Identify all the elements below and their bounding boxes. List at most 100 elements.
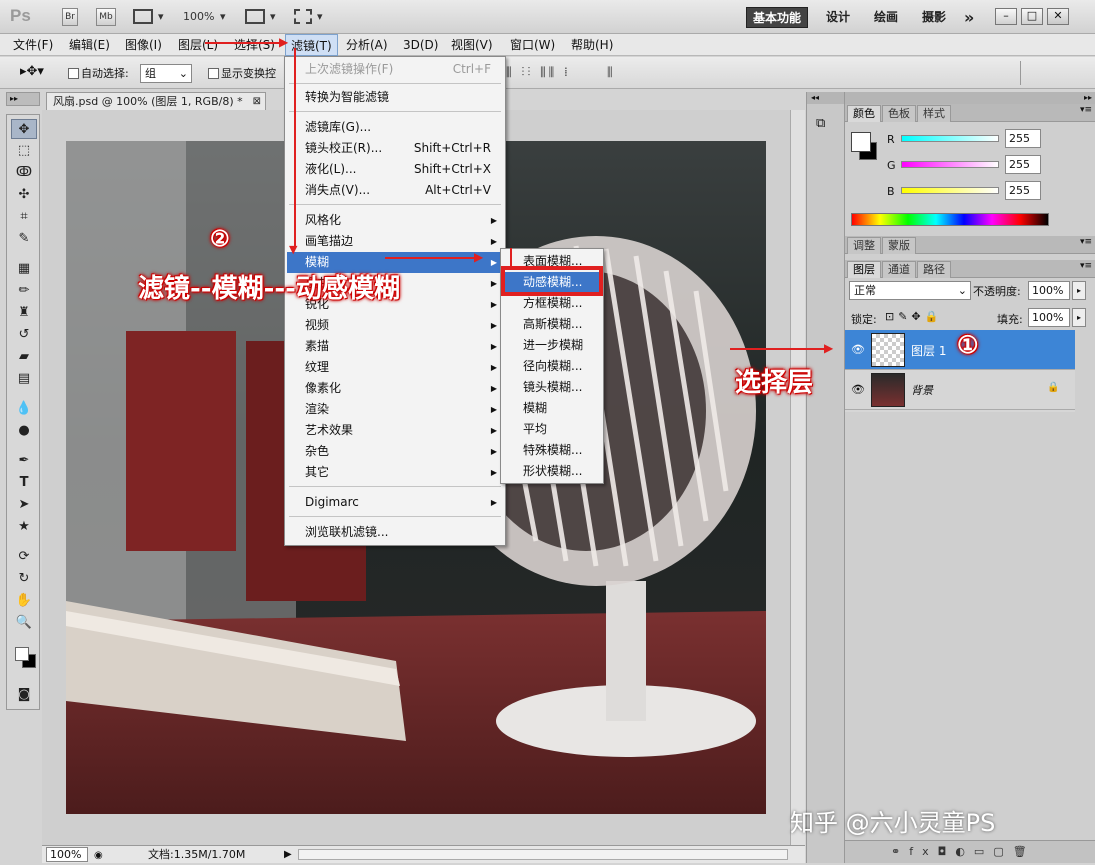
status-zoom-field[interactable]: 100% [46, 847, 88, 862]
quick-mask-icon[interactable]: ◙ [11, 685, 37, 705]
dock-collapse-icon[interactable]: ◂◂ [807, 92, 845, 104]
menu-item-artistic[interactable]: 艺术效果 ▶ [287, 420, 503, 441]
submenu-item-smart-blur[interactable]: 特殊模糊... [503, 440, 601, 461]
menu-item-digimarc[interactable]: Digimarc ▶ [287, 492, 503, 513]
menu-item-smart-filters[interactable]: 转换为智能滤镜 [287, 87, 503, 108]
menu-item-other[interactable]: 其它 ▶ [287, 462, 503, 483]
red-slider[interactable] [901, 135, 999, 142]
tab-channels[interactable]: 通道 [882, 261, 916, 278]
document-tab[interactable]: 风扇.psd @ 100% (图层 1, RGB/8) * ⊠ [46, 92, 266, 110]
move-tool-icon[interactable]: ✥ [11, 119, 37, 139]
gradient-tool-icon[interactable]: ▤ [11, 369, 37, 389]
menu-help[interactable]: 帮助(H) [566, 34, 618, 56]
tab-swatches[interactable]: 色板 [882, 105, 916, 122]
workspace-essentials[interactable]: 基本功能 [746, 7, 809, 28]
tab-paths[interactable]: 路径 [917, 261, 951, 278]
zoom-level[interactable]: 100% [183, 10, 214, 23]
submenu-item-average[interactable]: 平均 [503, 419, 601, 440]
menu-select[interactable]: 选择(S) [229, 34, 280, 56]
menu-item-noise[interactable]: 杂色 ▶ [287, 441, 503, 462]
tab-masks[interactable]: 蒙版 [882, 237, 916, 254]
workspace-photography[interactable]: 摄影 [916, 7, 952, 28]
submenu-item-lens-blur[interactable]: 镜头模糊... [503, 377, 601, 398]
zoom-tool-icon[interactable]: 🔍 [11, 613, 37, 633]
menu-item-stylize[interactable]: 风格化 ▶ [287, 210, 503, 231]
tab-adjustments[interactable]: 调整 [847, 237, 881, 254]
healing-brush-tool-icon[interactable]: ▦ [11, 259, 37, 279]
restore-icon[interactable]: □ [1021, 8, 1043, 25]
adjustment-layer-icon[interactable]: ◐ [955, 845, 974, 858]
new-layer-icon[interactable]: ▢ [993, 845, 1012, 858]
layer-name[interactable]: 背景 [911, 382, 933, 398]
pen-tool-icon[interactable]: ✒ [11, 451, 37, 471]
panel-menu-icon[interactable]: ▾≡ [1080, 105, 1092, 115]
panel-menu-icon[interactable]: ▾≡ [1080, 237, 1092, 247]
menu-3d[interactable]: 3D(D) [398, 34, 443, 56]
submenu-item-blur-more[interactable]: 进一步模糊 [503, 335, 601, 356]
menu-item-vanishing-point[interactable]: 消失点(V)... Alt+Ctrl+V [287, 180, 503, 201]
blue-slider[interactable] [901, 187, 999, 194]
history-brush-tool-icon[interactable]: ↺ [11, 325, 37, 345]
fill-slider-arrow[interactable]: ▸ [1072, 308, 1086, 327]
menu-window[interactable]: 窗口(W) [505, 34, 560, 56]
workspace-painting[interactable]: 绘画 [868, 7, 904, 28]
tools-panel-header[interactable]: ▸▸ [6, 92, 40, 106]
layer-name[interactable]: 图层 1 [911, 342, 946, 359]
foreground-background-colors[interactable] [15, 645, 37, 669]
close-icon[interactable]: ✕ [1047, 8, 1069, 25]
lasso-tool-icon[interactable]: ↂ [11, 163, 37, 183]
menu-item-lens-correction[interactable]: 镜头校正(R)... Shift+Ctrl+R [287, 138, 503, 159]
menu-filter[interactable]: 滤镜(T) [285, 34, 338, 56]
menu-view[interactable]: 视图(V) [446, 34, 498, 56]
foreground-color-swatch[interactable] [15, 647, 29, 661]
delete-layer-icon[interactable]: 🗑 [1013, 845, 1036, 858]
submenu-item-box-blur[interactable]: 方框模糊... [503, 293, 601, 314]
auto-select-checkbox[interactable]: 自动选择: [68, 65, 129, 81]
blur-tool-icon[interactable]: 💧 [11, 399, 37, 419]
menu-image[interactable]: 图像(I) [120, 34, 167, 56]
tab-layers[interactable]: 图层 [847, 261, 881, 278]
opacity-field[interactable]: 100% [1028, 281, 1070, 300]
hand-tool-icon[interactable]: ✋ [11, 591, 37, 611]
menu-item-sketch[interactable]: 素描 ▶ [287, 336, 503, 357]
opacity-slider-arrow[interactable]: ▸ [1072, 281, 1086, 300]
3d-rotate-tool-icon[interactable]: ⟳ [11, 547, 37, 567]
fill-field[interactable]: 100% [1028, 308, 1070, 327]
menu-item-video[interactable]: 视频 ▶ [287, 315, 503, 336]
view-extras-arrow[interactable]: ▾ [158, 10, 164, 23]
blue-value-field[interactable]: 255 [1005, 181, 1041, 200]
visibility-eye-icon[interactable]: 👁 [851, 343, 865, 356]
blend-mode-dropdown[interactable]: 正常 ⌄ [849, 281, 971, 300]
more-workspaces-button[interactable]: » [958, 7, 980, 28]
move-tool-preset-icon[interactable]: ▸✥▾ [20, 64, 44, 79]
green-slider[interactable] [901, 161, 999, 168]
menu-item-brush-strokes[interactable]: 画笔描边 ▶ [287, 231, 503, 252]
menu-edit[interactable]: 编辑(E) [64, 34, 115, 56]
lock-icons[interactable]: ⊡✎✥🔒 [885, 310, 942, 323]
visibility-eye-icon[interactable]: 👁 [851, 383, 865, 396]
menu-item-liquify[interactable]: 液化(L)... Shift+Ctrl+X [287, 159, 503, 180]
show-transform-checkbox[interactable]: 显示变换控 [208, 65, 284, 81]
marquee-tool-icon[interactable]: ⬚ [11, 141, 37, 161]
status-info-icon[interactable]: ◉ [94, 847, 103, 864]
auto-select-dropdown[interactable]: 组 ⌄ [140, 64, 192, 83]
color-panel-foreground-swatch[interactable] [851, 132, 871, 152]
tab-color[interactable]: 颜色 [847, 105, 881, 122]
crop-tool-icon[interactable]: ⌗ [11, 207, 37, 227]
red-value-field[interactable]: 255 [1005, 129, 1041, 148]
submenu-item-blur[interactable]: 模糊 [503, 398, 601, 419]
view-extras-icon[interactable] [133, 9, 153, 24]
submenu-item-gaussian-blur[interactable]: 高斯模糊... [503, 314, 601, 335]
tab-styles[interactable]: 样式 [917, 105, 951, 122]
bridge-button[interactable]: Br [62, 8, 78, 26]
submenu-item-shape-blur[interactable]: 形状模糊... [503, 461, 601, 482]
menu-file[interactable]: 文件(F) [8, 34, 58, 56]
add-mask-icon[interactable]: ◘ [938, 845, 956, 858]
zoom-dropdown-arrow[interactable]: ▾ [220, 10, 226, 23]
menu-item-pixelate[interactable]: 像素化 ▶ [287, 378, 503, 399]
type-tool-icon[interactable]: T [11, 473, 37, 493]
status-menu-arrow[interactable]: ▶ [284, 846, 292, 863]
workspace-design[interactable]: 设计 [820, 7, 856, 28]
eraser-tool-icon[interactable]: ▰ [11, 347, 37, 367]
quick-select-tool-icon[interactable]: ✣ [11, 185, 37, 205]
